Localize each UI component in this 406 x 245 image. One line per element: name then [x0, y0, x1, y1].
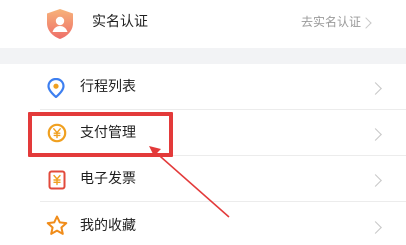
menu-item-trip-list[interactable]: 行程列表	[0, 64, 406, 110]
menu-item-favorites[interactable]: 我的收藏	[0, 202, 406, 245]
chevron-right-icon	[369, 174, 382, 187]
section-separator	[0, 48, 406, 64]
shield-check-icon	[45, 8, 75, 40]
chevron-right-icon	[369, 221, 382, 234]
highlight-annotation-box	[28, 112, 173, 157]
go-verify-link[interactable]: 去实名认证	[301, 15, 361, 29]
menu-item-e-invoice[interactable]: 电子发票	[0, 156, 406, 202]
chevron-right-icon	[369, 82, 382, 95]
invoice-icon	[48, 170, 66, 190]
real-name-verification-title: 实名认证	[92, 14, 148, 30]
real-name-verification-row[interactable]: 实名认证 去实名认证	[0, 0, 406, 48]
menu-item-label: 我的收藏	[80, 218, 136, 234]
menu-item-label: 行程列表	[80, 79, 136, 95]
profile-menu-screen: 实名认证 去实名认证 行程列表 支付管理 电子发票 我的收藏	[0, 0, 406, 245]
menu-item-label: 电子发票	[80, 171, 136, 187]
location-pin-icon	[47, 77, 65, 99]
chevron-right-icon	[369, 128, 382, 141]
chevron-right-icon	[360, 17, 372, 29]
star-icon	[46, 215, 68, 236]
